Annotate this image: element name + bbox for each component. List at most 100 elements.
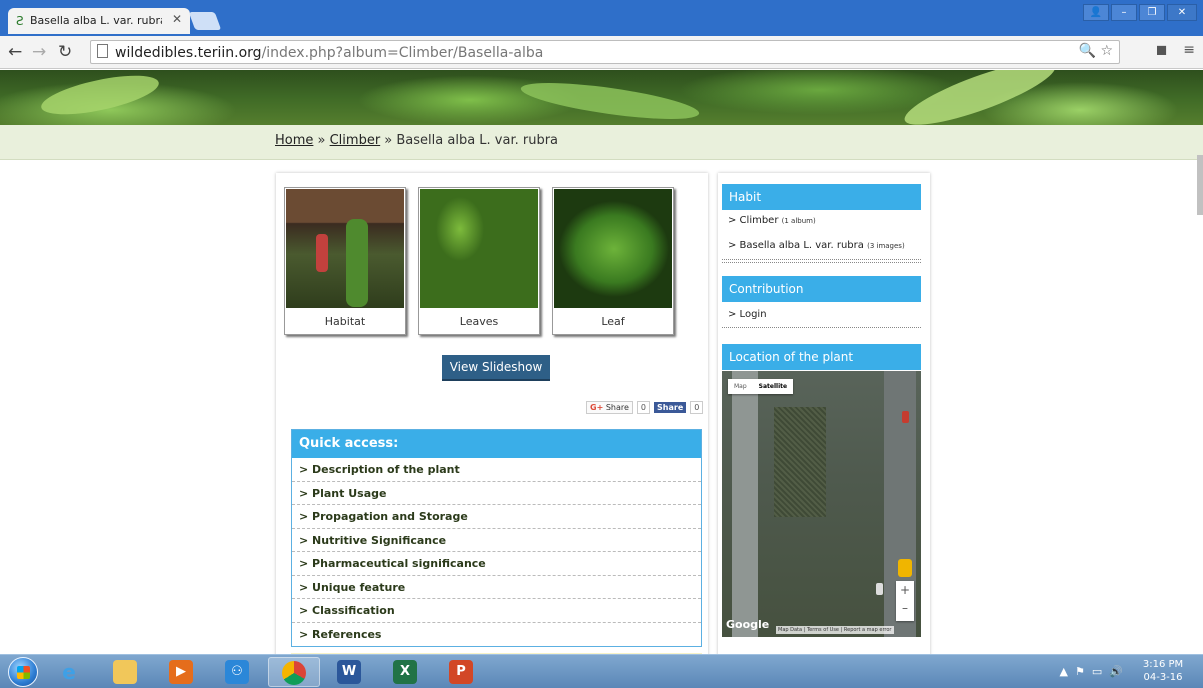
divider: [722, 259, 921, 260]
bookmark-star-icon[interactable]: ☆: [1100, 43, 1113, 59]
street-view-pegman-icon[interactable]: [898, 559, 912, 577]
leaf-photo[interactable]: [554, 189, 672, 308]
network-icon[interactable]: ▭: [1092, 665, 1102, 678]
internet-explorer-icon: e: [62, 660, 76, 684]
quick-access-link[interactable]: > Nutritive Significance: [292, 529, 701, 552]
quick-access-link[interactable]: > Propagation and Storage: [292, 505, 701, 529]
forward-arrow-icon[interactable]: →: [32, 42, 46, 62]
satellite-tab[interactable]: Satellite: [753, 379, 793, 394]
header-banner: [0, 70, 1203, 137]
habit-item-count: (1 album): [781, 217, 816, 225]
taskbar-chrome[interactable]: [268, 657, 320, 687]
browser-tab[interactable]: Ƨ Basella alba L. var. rubra | ✕: [8, 8, 190, 34]
clock-date: 04-3-16: [1143, 672, 1183, 683]
map-footer-links[interactable]: Map Data | Terms of Use | Report a map e…: [776, 626, 894, 634]
breadcrumb-separator: »: [313, 133, 330, 148]
google-logo: Google: [726, 618, 770, 631]
taskbar-internet-explorer[interactable]: e: [44, 657, 96, 687]
page-scrollbar[interactable]: [1197, 155, 1203, 215]
view-slideshow-button[interactable]: View Slideshow: [442, 355, 550, 381]
breadcrumb-climber-link[interactable]: Climber: [330, 133, 381, 148]
quick-access-panel: Quick access: > Description of the plant…: [291, 429, 702, 647]
sidebar: Habit > Climber (1 album) > Basella alba…: [718, 173, 930, 654]
album-content: Habitat Leaves Leaf View Slideshow G+ Sh…: [276, 173, 708, 654]
extension-icon[interactable]: ◼: [1156, 42, 1168, 58]
quick-access-heading: Quick access:: [292, 430, 701, 458]
volume-icon[interactable]: 🔊: [1109, 665, 1123, 678]
map-road: [732, 371, 758, 637]
reload-icon[interactable]: ↻: [58, 42, 72, 62]
quick-access-link[interactable]: > Plant Usage: [292, 482, 701, 505]
zoom-in-button[interactable]: +: [896, 581, 914, 599]
contribution-heading: Contribution: [722, 276, 921, 302]
google-plus-share-button[interactable]: G+ Share: [586, 400, 633, 414]
location-heading: Location of the plant: [722, 344, 921, 370]
back-arrow-icon[interactable]: ←: [8, 42, 22, 62]
map-type-control: Map Satellite: [728, 379, 794, 394]
windows-logo-icon: [17, 666, 30, 679]
gplus-share-count: 0: [636, 400, 651, 414]
menu-icon[interactable]: ≡: [1183, 42, 1195, 58]
thumbnail-leaves[interactable]: Leaves: [418, 187, 540, 335]
url-text[interactable]: wildedibles.teriin.org/index.php?album=C…: [115, 45, 543, 61]
tab-title: Basella alba L. var. rubra |: [30, 14, 162, 27]
thumbnail-caption: Leaves: [459, 315, 499, 328]
minimize-button[interactable]: –: [1111, 4, 1137, 21]
page-icon: [97, 44, 108, 58]
tab-close-icon[interactable]: ✕: [172, 12, 182, 26]
window-controls: 👤 – ❐ ✕: [1083, 4, 1197, 22]
breadcrumb-separator: »: [380, 133, 397, 148]
taskbar-file-explorer[interactable]: [100, 657, 152, 687]
quick-access-link[interactable]: > Description of the plant: [292, 458, 701, 482]
zoom-icon[interactable]: 🔍: [1079, 43, 1096, 59]
tray-arrow-icon[interactable]: ▲: [1060, 665, 1068, 678]
thumbnail-caption: Habitat: [324, 315, 366, 328]
breadcrumb-home-link[interactable]: Home: [275, 133, 313, 148]
taskbar-word[interactable]: W: [324, 657, 376, 687]
address-bar[interactable]: wildedibles.teriin.org/index.php?album=C…: [90, 40, 1120, 64]
taskbar-people-app[interactable]: ⚇: [212, 657, 264, 687]
quick-access-link[interactable]: > Unique feature: [292, 576, 701, 599]
map-tab[interactable]: Map: [728, 379, 753, 394]
leaves-photo[interactable]: [420, 189, 538, 308]
habit-item-basella[interactable]: > Basella alba L. var. rubra (3 images): [722, 240, 921, 251]
facebook-share-button[interactable]: Share: [654, 401, 687, 413]
thumbnail-leaf[interactable]: Leaf: [552, 187, 674, 335]
extension-icons: ◼ ≡: [1156, 42, 1195, 58]
gplus-share-label: Share: [605, 402, 629, 412]
fb-share-label: Share: [657, 402, 684, 412]
quick-access-link[interactable]: > Pharmaceutical significance: [292, 552, 701, 576]
breadcrumb: Home » Climber » Basella alba L. var. ru…: [275, 133, 558, 148]
system-clock[interactable]: 3:16 PM 04-3-16: [1133, 658, 1193, 684]
location-map[interactable]: Map Satellite + – Google Map Data | Term…: [722, 371, 921, 637]
habit-item-climber[interactable]: > Climber (1 album): [722, 215, 921, 226]
quick-access-link[interactable]: > Classification: [292, 599, 701, 623]
powerpoint-icon: P: [449, 660, 473, 684]
browser-titlebar: Ƨ Basella alba L. var. rubra | ✕ 👤 – ❐ ✕: [0, 0, 1203, 36]
thumbnail-habitat[interactable]: Habitat: [284, 187, 406, 335]
divider: [722, 327, 921, 328]
flag-icon[interactable]: ⚑: [1075, 665, 1085, 678]
taskbar-powerpoint[interactable]: P: [436, 657, 488, 687]
habit-heading: Habit: [722, 184, 921, 210]
windows-taskbar: e ▶ ⚇ W X P ▲ ⚑ ▭ 🔊 3:16 PM 04-3-16: [0, 654, 1203, 688]
zoom-out-button[interactable]: –: [896, 599, 914, 617]
omnibox-icons: 🔍 ☆: [1079, 43, 1113, 59]
new-tab-button[interactable]: [188, 12, 222, 30]
maximize-button[interactable]: ❐: [1139, 4, 1165, 21]
user-icon[interactable]: 👤: [1083, 4, 1109, 21]
start-button[interactable]: [8, 657, 38, 687]
habitat-photo[interactable]: [286, 189, 404, 308]
people-icon: ⚇: [225, 660, 249, 684]
habit-item-label[interactable]: > Climber: [728, 215, 778, 226]
page-viewport: Home » Climber » Basella alba L. var. ru…: [0, 70, 1203, 654]
close-window-button[interactable]: ✕: [1167, 4, 1197, 21]
taskbar-media-player[interactable]: ▶: [156, 657, 208, 687]
quick-access-link[interactable]: > References: [292, 623, 701, 647]
habit-item-label[interactable]: > Basella alba L. var. rubra: [728, 240, 864, 251]
taskbar-excel[interactable]: X: [380, 657, 432, 687]
url-path: /index.php?album=Climber/Basella-alba: [261, 45, 544, 61]
login-link[interactable]: > Login: [722, 309, 921, 320]
url-host: wildedibles.teriin.org: [115, 45, 262, 61]
share-buttons: G+ Share 0 Share 0: [586, 400, 704, 414]
